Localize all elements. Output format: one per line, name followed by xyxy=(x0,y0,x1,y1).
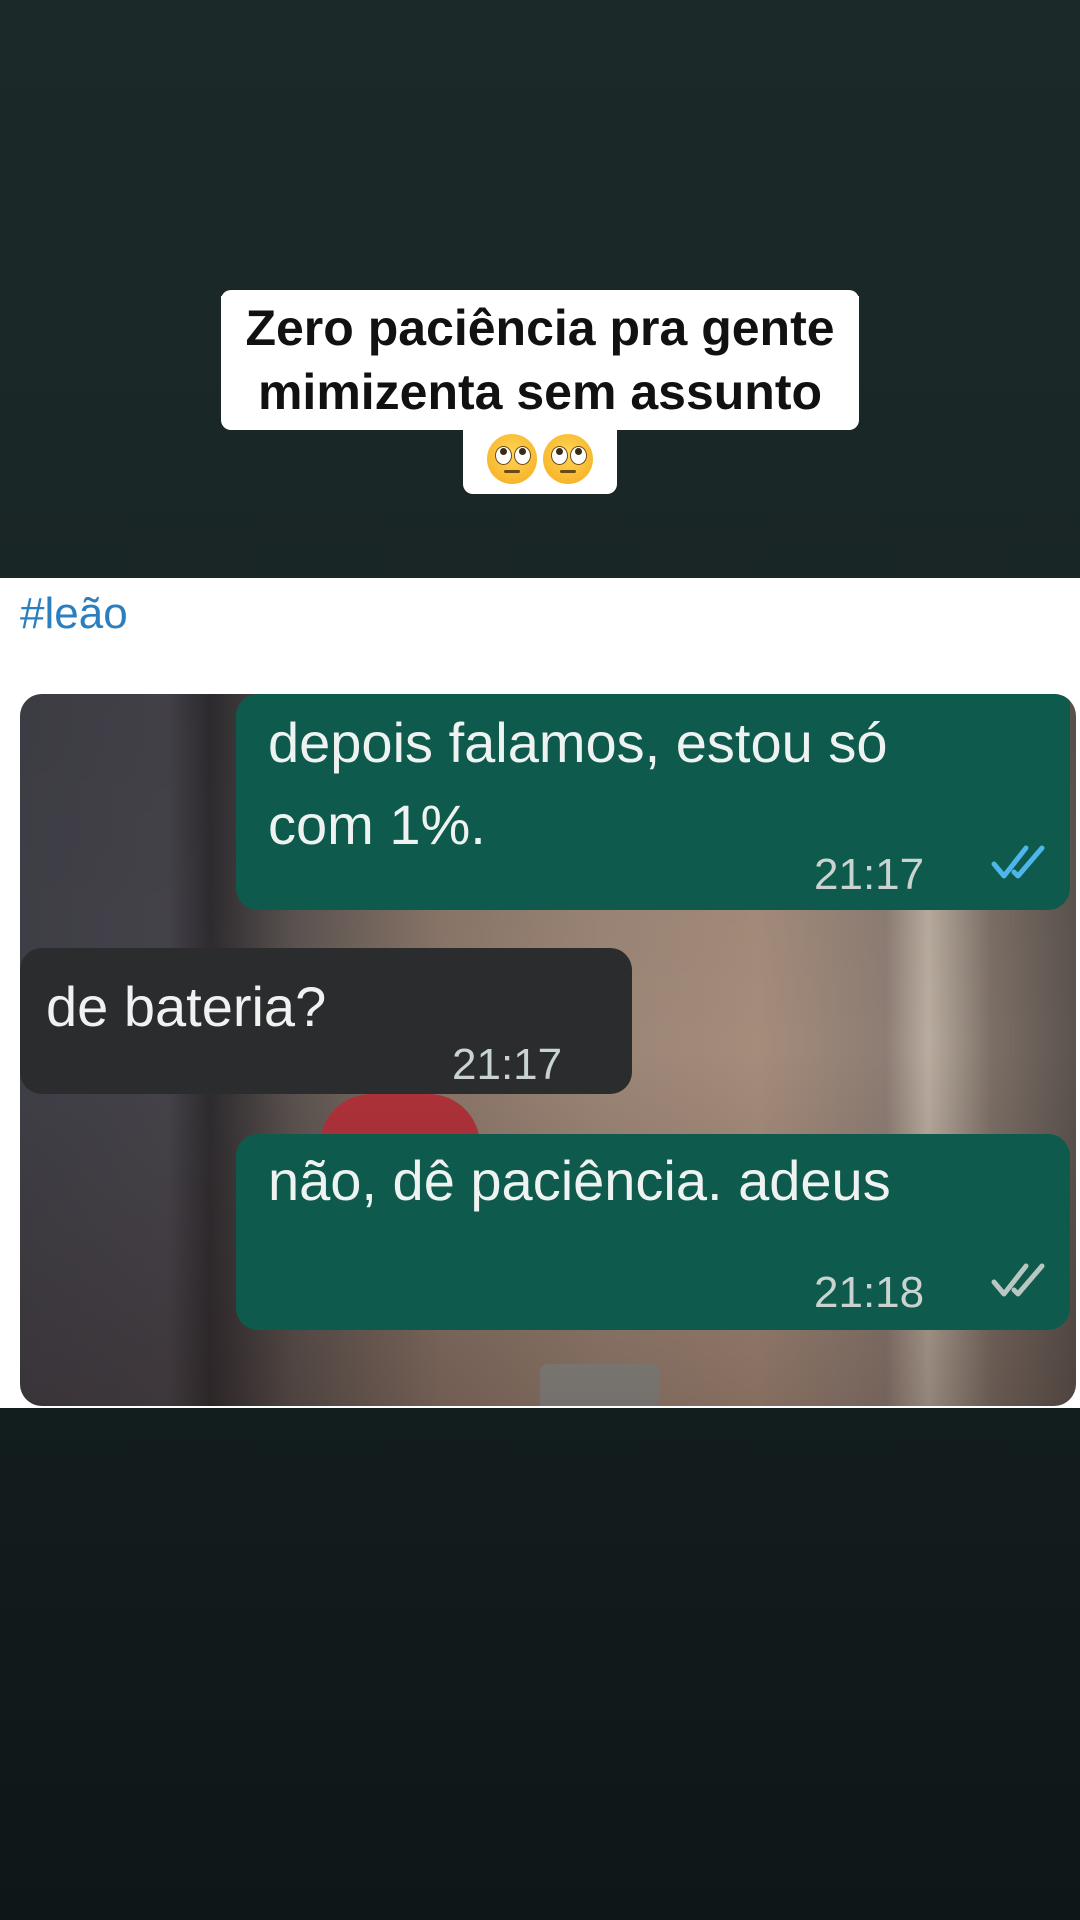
message-time: 21:17 xyxy=(452,1040,563,1089)
message-text: com 1%. xyxy=(268,793,486,856)
delivered-double-check-icon xyxy=(991,1263,1045,1297)
read-double-check-icon xyxy=(991,845,1045,879)
message-text: não, dê paciência. adeus xyxy=(268,1149,891,1212)
caption-line-1: Zero paciência pra gente xyxy=(221,296,859,360)
message-time: 21:17 xyxy=(814,850,925,899)
outgoing-message-bubble: depois falamos, estou só com 1%. 21:17 xyxy=(236,694,1070,910)
incoming-message-bubble: de bateria? 21:17 xyxy=(20,948,632,1094)
caption-overlay: Zero paciência pra gente mimizenta sem a… xyxy=(0,290,1080,494)
video-frame: Zero paciência pra gente mimizenta sem a… xyxy=(0,0,1080,1920)
caption-text-box: Zero paciência pra gente mimizenta sem a… xyxy=(221,290,859,430)
face-with-rolling-eyes-icon xyxy=(487,434,537,484)
caption-line-2: mimizenta sem assunto xyxy=(233,360,847,424)
message-text: depois falamos, estou só xyxy=(268,711,888,774)
message-text: de bateria? xyxy=(46,975,327,1038)
outgoing-message-bubble: não, dê paciência. adeus 21:18 xyxy=(236,1134,1070,1330)
hashtag-link[interactable]: #leão xyxy=(20,586,128,642)
caption-emoji-row xyxy=(463,430,617,494)
face-with-rolling-eyes-icon xyxy=(543,434,593,484)
chat-screenshot: depois falamos, estou só com 1%. 21:17 d… xyxy=(20,694,1076,1406)
message-time: 21:18 xyxy=(814,1268,925,1317)
